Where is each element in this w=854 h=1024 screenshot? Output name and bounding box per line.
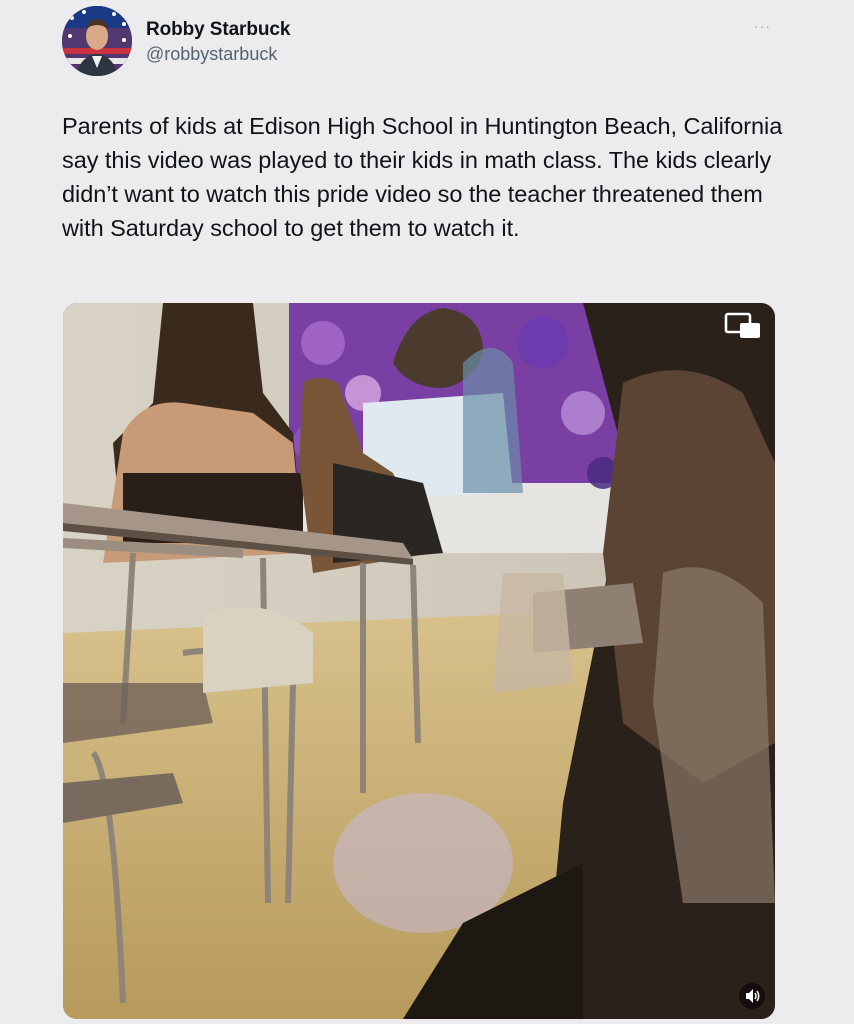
more-options-icon[interactable]: ··· — [754, 19, 776, 33]
volume-button[interactable] — [739, 983, 765, 1009]
video-player[interactable] — [63, 303, 775, 1019]
tweet-text: Parents of kids at Edison High School in… — [62, 113, 783, 241]
video-thumbnail — [63, 303, 775, 1019]
author-info: Robby Starbuck @robbystarbuck — [146, 18, 290, 65]
volume-icon — [746, 989, 760, 1003]
author-avatar[interactable] — [62, 6, 132, 76]
tweet-card: Robby Starbuck @robbystarbuck ··· Parent… — [0, 0, 854, 1024]
author-display-name[interactable]: Robby Starbuck — [146, 18, 290, 42]
author-handle[interactable]: @robbystarbuck — [146, 43, 290, 65]
picture-in-picture-icon — [724, 312, 760, 338]
profile-photo-icon — [62, 6, 132, 76]
picture-in-picture-button[interactable] — [723, 311, 763, 341]
